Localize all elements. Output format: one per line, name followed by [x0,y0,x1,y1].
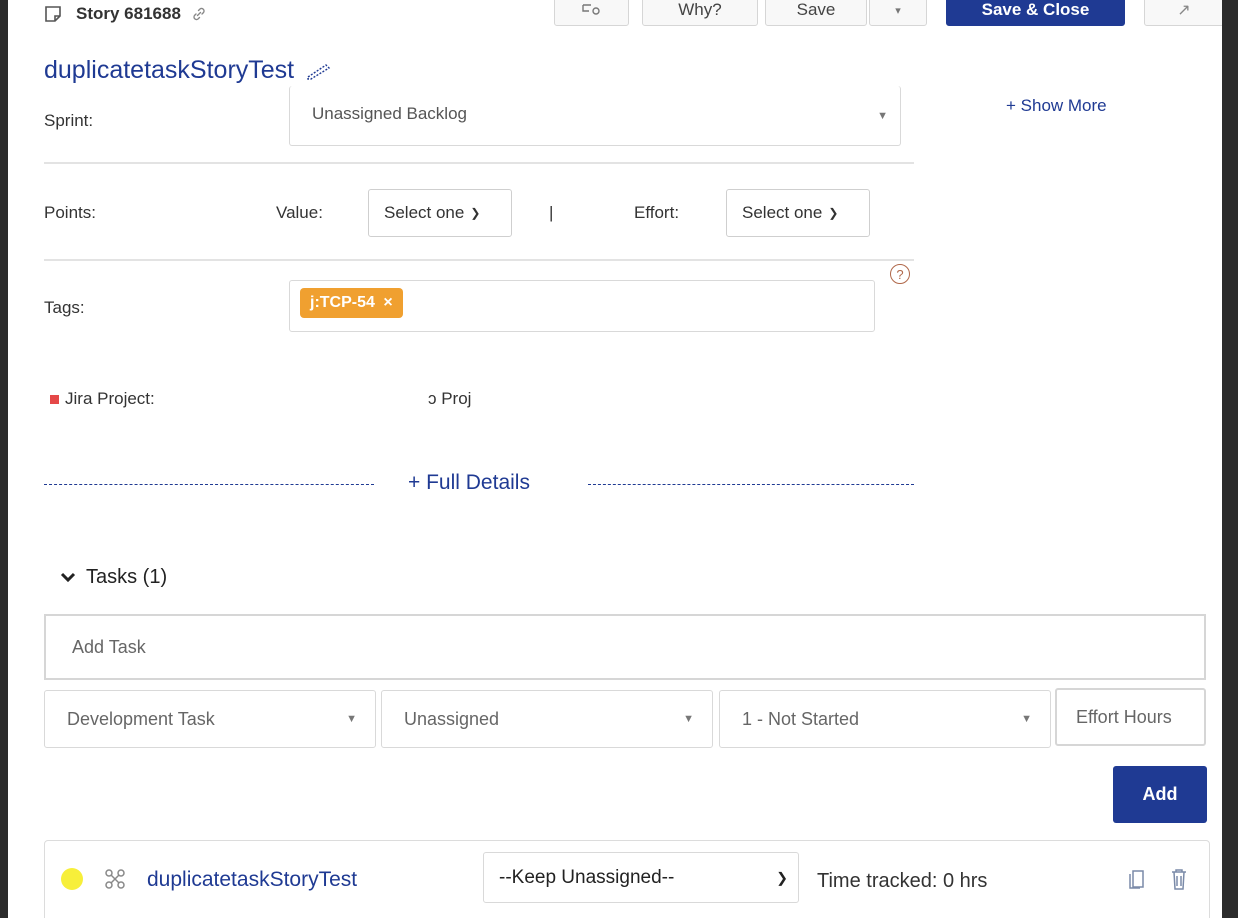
pencil-icon[interactable] [304,62,334,80]
story-id-label: Story 681688 [76,4,181,23]
task-type-value: Development Task [67,708,215,729]
tasks-toggle[interactable]: Tasks (1) [60,566,167,589]
task-name-link[interactable]: duplicatetaskStoryTest [147,868,357,892]
task-assignee-select[interactable]: --Keep Unassigned-- ❯ [483,852,799,903]
value-select[interactable]: Select one ❯ [368,189,512,237]
value-label: Value: [276,203,323,222]
tag-chip-label: j:TCP-54 [310,294,375,311]
chevron-down-icon: ❯ [470,206,481,220]
divider [44,259,914,261]
task-assignee-value: --Keep Unassigned-- [499,866,675,888]
effort-label: Effort: [634,203,680,222]
add-task-input[interactable]: Add Task [44,614,1206,680]
effort-hours-input[interactable]: Effort Hours [1055,688,1206,746]
expand-button[interactable]: ↗ [1144,0,1222,26]
time-tracked-text: Time tracked: 0 hrs [817,870,988,892]
points-label: Points: [44,203,96,222]
story-title-text: duplicatetaskStoryTest [44,56,295,84]
task-owner-select[interactable]: Unassigned ▼ [381,690,713,748]
why-button[interactable]: Why? [642,0,758,26]
copy-icon[interactable] [1127,867,1147,891]
value-select-text: Select one [384,203,465,222]
effort-hours-placeholder: Effort Hours [1076,706,1172,727]
share-icon [581,4,600,15]
help-icon[interactable]: ? [890,264,910,284]
tag-chip[interactable]: j:TCP-54 × [300,288,403,318]
task-type-icon [105,869,125,889]
trash-icon[interactable] [1169,867,1189,891]
story-icon [45,6,61,22]
effort-select-text: Select one [742,203,823,222]
task-type-select[interactable]: Development Task ▼ [44,690,376,748]
dropdown-caret-icon: ▼ [683,713,694,725]
full-details-link[interactable]: + Full Details [408,471,530,495]
dropdown-caret-icon: ▼ [1021,713,1032,725]
save-button[interactable]: Save [765,0,867,26]
sprint-select[interactable]: Unassigned Backlog ▼ [289,86,901,146]
dashed-divider [44,484,374,485]
dashed-divider [588,484,914,485]
share-button[interactable] [554,0,629,26]
jira-project-value: ɔ Proj [428,389,472,408]
dropdown-caret-icon: ▼ [346,713,357,725]
story-title[interactable]: duplicatetaskStoryTest [44,56,334,85]
story-detail-panel: Story 681688 Why? Save ▾ Save & Close ↗ … [8,0,1222,918]
task-status-select[interactable]: 1 - Not Started ▼ [719,690,1051,748]
save-options-dropdown[interactable]: ▾ [869,0,927,26]
sprint-select-value: Unassigned Backlog [312,103,467,123]
task-status-value: 1 - Not Started [742,708,860,729]
sprint-label: Sprint: [44,111,94,130]
tags-label: Tags: [44,298,85,317]
dropdown-caret-icon: ▼ [877,109,888,122]
status-dot-icon[interactable] [61,868,83,890]
divider [44,162,914,164]
link-icon[interactable] [191,6,207,22]
chevron-down-icon: ❯ [776,869,788,885]
task-row: duplicatetaskStoryTest --Keep Unassigned… [44,840,1210,918]
close-icon[interactable]: × [383,294,392,311]
points-separator: | [549,203,554,222]
show-more-link[interactable]: + Show More [1006,96,1107,116]
expand-icon: ↗ [1177,2,1191,19]
story-header: Story 681688 [44,4,221,24]
task-owner-value: Unassigned [404,708,500,729]
tasks-heading: Tasks (1) [86,566,168,588]
chevron-down-icon [60,572,76,582]
add-task-placeholder: Add Task [72,636,146,657]
chevron-down-icon: ▾ [895,4,901,17]
chevron-down-icon: ❯ [828,206,839,220]
add-task-button[interactable]: Add [1113,766,1207,823]
required-marker-icon [50,395,59,404]
effort-select[interactable]: Select one ❯ [726,189,870,237]
save-close-button[interactable]: Save & Close [946,0,1125,26]
jira-project-label: Jira Project: [65,389,155,408]
